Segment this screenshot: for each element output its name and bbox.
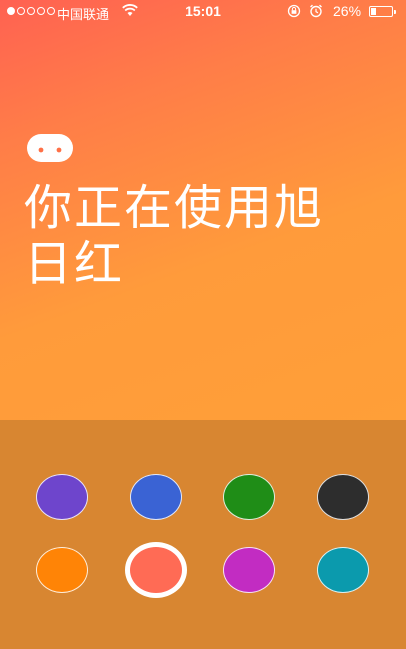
theme-title: 你正在使用旭 日红: [24, 180, 384, 292]
mascot-face-icon: [27, 134, 73, 162]
color-swatch-black[interactable]: [317, 474, 369, 520]
color-palette-panel: [0, 420, 406, 649]
battery-icon: [369, 6, 396, 17]
color-swatch-blue[interactable]: [130, 474, 182, 520]
rotation-lock-icon: [287, 4, 301, 21]
color-swatch-orange[interactable]: [36, 547, 88, 593]
color-swatch-magenta[interactable]: [223, 547, 275, 593]
theme-title-line: 你正在使用旭: [24, 180, 325, 236]
battery-percentage: 26%: [333, 3, 362, 19]
battery-nub: [394, 10, 396, 14]
theme-title-line: 日红: [24, 236, 125, 292]
color-swatch-sunrise-red[interactable]: [125, 542, 187, 598]
battery-level-fill: [371, 8, 376, 15]
color-swatch-green[interactable]: [223, 474, 275, 520]
alarm-icon: [309, 4, 323, 21]
color-swatch-teal[interactable]: [317, 547, 369, 593]
color-swatch-purple[interactable]: [36, 474, 88, 520]
status-bar: 中国联通 15:01 26%: [0, 0, 406, 24]
